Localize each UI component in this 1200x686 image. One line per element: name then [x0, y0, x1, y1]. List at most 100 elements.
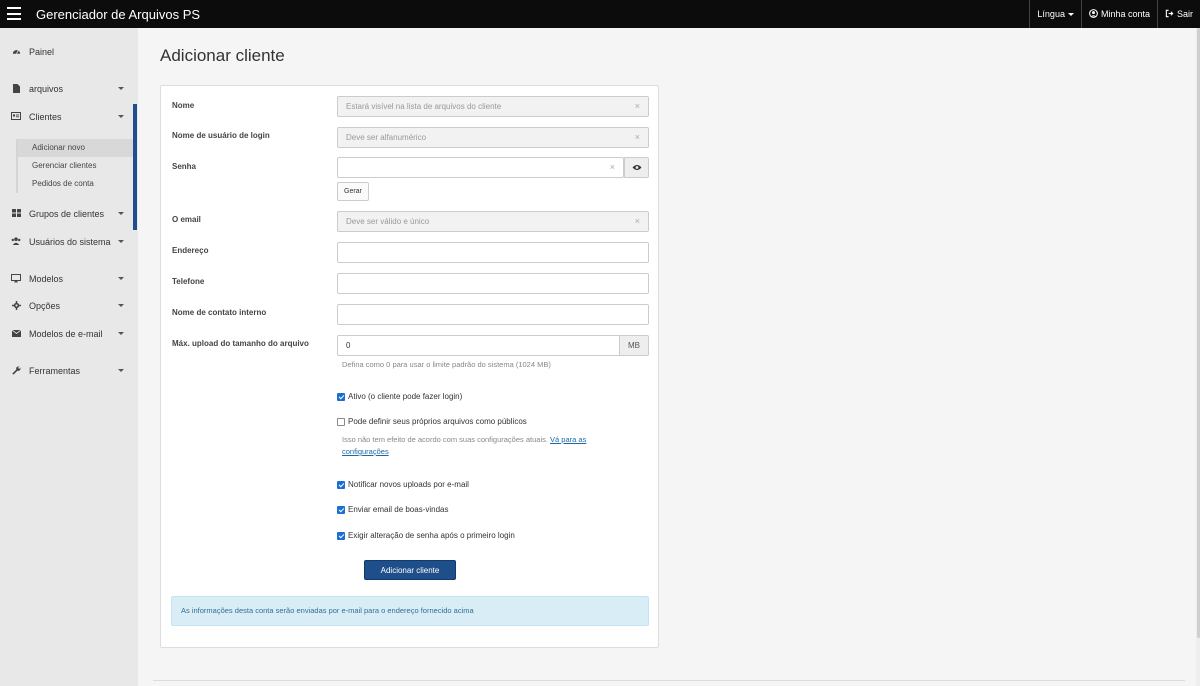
- sidebar: Painel arquivos Clientes Adicionar novo …: [0, 28, 138, 686]
- active-section-indicator: [133, 104, 137, 230]
- wrench-icon: [10, 366, 22, 377]
- language-dropdown[interactable]: Língua: [1029, 0, 1081, 28]
- welcome-email-checkbox-row[interactable]: Enviar email de boas-vindas: [337, 505, 449, 514]
- public-files-help-text: Isso não tem efeito de acordo com suas c…: [342, 435, 548, 444]
- max-upload-label: Máx. upload do tamanho do arquivo: [172, 339, 309, 348]
- submenu-item-adicionar-novo[interactable]: Adicionar novo: [16, 139, 133, 157]
- logout-label: Sair: [1176, 9, 1193, 19]
- users-icon: [10, 237, 22, 247]
- notify-uploads-label: Notificar novos uploads por e-mail: [348, 480, 469, 489]
- sidebar-item-opcoes[interactable]: Opções: [0, 292, 133, 320]
- require-password-change-checkbox[interactable]: [337, 531, 345, 540]
- public-files-checkbox-row[interactable]: Pode definir seus próprios arquivos como…: [337, 417, 527, 426]
- address-label: Endereço: [172, 246, 209, 255]
- chevron-down-icon: [118, 304, 124, 307]
- active-checkbox-label: Ativo (o cliente pode fazer login): [348, 392, 463, 401]
- hamburger-menu-icon[interactable]: [7, 7, 21, 20]
- settings-link-part1[interactable]: Vá para as: [550, 435, 586, 444]
- name-input[interactable]: Estará visível na lista de arquivos do c…: [337, 96, 649, 117]
- info-alert: As informações desta conta serão enviada…: [171, 596, 649, 626]
- notify-uploads-checkbox[interactable]: [337, 480, 345, 489]
- name-label: Nome: [172, 101, 195, 110]
- page-title: Adicionar cliente: [160, 46, 285, 65]
- email-label: O email: [172, 215, 201, 224]
- submenu-item-gerenciar-clientes[interactable]: Gerenciar clientes: [16, 157, 133, 175]
- sidebar-item-label: Modelos de e-mail: [29, 329, 103, 339]
- chevron-down-icon: [118, 115, 124, 118]
- max-upload-input[interactable]: 0: [337, 335, 620, 356]
- sidebar-item-label: Ferramentas: [29, 366, 81, 376]
- clear-icon[interactable]: ×: [610, 158, 615, 177]
- app-title[interactable]: Gerenciador de Arquivos PS: [36, 7, 200, 22]
- add-client-button[interactable]: Adicionar cliente: [364, 560, 456, 580]
- email-placeholder: Deve ser válido e único: [346, 217, 430, 226]
- sidebar-item-arquivos[interactable]: arquivos: [0, 75, 133, 103]
- welcome-email-checkbox[interactable]: [337, 505, 345, 514]
- address-card-icon: [10, 112, 22, 122]
- clear-icon[interactable]: ×: [635, 97, 640, 116]
- public-files-checkbox-label: Pode definir seus próprios arquivos como…: [348, 417, 527, 426]
- max-upload-help: Defina como 0 para usar o limite padrão …: [342, 360, 551, 369]
- require-password-change-label: Exigir alteração de senha após o primeir…: [348, 531, 515, 540]
- email-input[interactable]: Deve ser válido e único ×: [337, 211, 649, 232]
- address-input[interactable]: [337, 242, 649, 263]
- sidebar-item-label: Painel: [29, 47, 55, 57]
- generate-password-button[interactable]: Gerar: [337, 182, 369, 201]
- chevron-down-icon: [118, 332, 124, 335]
- language-label: Língua: [1037, 9, 1065, 19]
- my-account-label: Minha conta: [1100, 9, 1150, 19]
- clear-icon[interactable]: ×: [635, 212, 640, 231]
- gear-icon: [10, 300, 22, 312]
- name-placeholder: Estará visível na lista de arquivos do c…: [346, 102, 502, 111]
- footer-divider: [153, 680, 1185, 681]
- sign-out-icon: [1165, 9, 1174, 20]
- sidebar-item-label: Clientes: [29, 112, 62, 122]
- password-input[interactable]: ×: [337, 157, 624, 178]
- sidebar-item-label: arquivos: [29, 84, 64, 94]
- sidebar-item-label: Grupos de clientes: [29, 209, 105, 219]
- sidebar-item-modelos[interactable]: Modelos: [0, 265, 133, 293]
- active-checkbox-row[interactable]: Ativo (o cliente pode fazer login): [337, 392, 462, 401]
- clientes-submenu: Adicionar novo Gerenciar clientes Pedido…: [16, 139, 133, 197]
- sidebar-item-label: Modelos: [29, 274, 64, 284]
- public-files-help: Isso não tem efeito de acordo com suas c…: [342, 434, 586, 458]
- settings-link-part2[interactable]: configurações: [342, 447, 389, 456]
- top-right-menu: Língua Minha conta Sair: [1029, 0, 1200, 28]
- caret-down-icon: [1067, 12, 1074, 16]
- show-password-eye-icon[interactable]: [624, 157, 649, 178]
- active-checkbox[interactable]: [337, 392, 345, 401]
- sidebar-item-clientes[interactable]: Clientes: [0, 103, 133, 131]
- chevron-down-icon: [118, 369, 124, 372]
- notify-uploads-checkbox-row[interactable]: Notificar novos uploads por e-mail: [337, 480, 469, 489]
- sidebar-item-grupos-de-clientes[interactable]: Grupos de clientes: [0, 200, 133, 228]
- sidebar-item-usuarios-do-sistema[interactable]: Usuários do sistema: [0, 228, 133, 256]
- internal-contact-label: Nome de contato interno: [172, 308, 267, 317]
- phone-input[interactable]: [337, 273, 649, 294]
- sidebar-item-ferramentas[interactable]: Ferramentas: [0, 357, 133, 385]
- internal-contact-input[interactable]: [337, 304, 649, 325]
- chevron-down-icon: [118, 240, 124, 243]
- top-navbar: Gerenciador de Arquivos PS Língua Minha …: [0, 0, 1200, 28]
- logout-link[interactable]: Sair: [1156, 0, 1200, 28]
- sidebar-item-label: Opções: [29, 301, 61, 311]
- public-files-checkbox[interactable]: [337, 417, 345, 426]
- envelope-icon: [10, 329, 22, 339]
- require-password-change-checkbox-row[interactable]: Exigir alteração de senha após o primeir…: [337, 531, 515, 540]
- max-upload-value: 0: [346, 341, 351, 350]
- username-label: Nome de usuário de login: [172, 131, 270, 140]
- sidebar-item-modelos-de-email[interactable]: Modelos de e-mail: [0, 320, 133, 348]
- my-account-link[interactable]: Minha conta: [1080, 0, 1157, 28]
- desktop-icon: [10, 273, 22, 285]
- user-circle-icon: [1089, 8, 1098, 20]
- password-label: Senha: [172, 162, 197, 171]
- sidebar-item-label: Usuários do sistema: [29, 237, 111, 247]
- max-upload-unit: MB: [619, 335, 649, 356]
- chevron-down-icon: [118, 277, 124, 280]
- submenu-item-pedidos-de-conta[interactable]: Pedidos de conta: [16, 175, 133, 193]
- username-input[interactable]: Deve ser alfanumérico ×: [337, 127, 649, 148]
- chevron-down-icon: [118, 87, 124, 90]
- sidebar-item-painel[interactable]: Painel: [0, 38, 133, 66]
- clear-icon[interactable]: ×: [635, 128, 640, 147]
- file-icon: [10, 83, 22, 95]
- chevron-down-icon: [118, 212, 124, 215]
